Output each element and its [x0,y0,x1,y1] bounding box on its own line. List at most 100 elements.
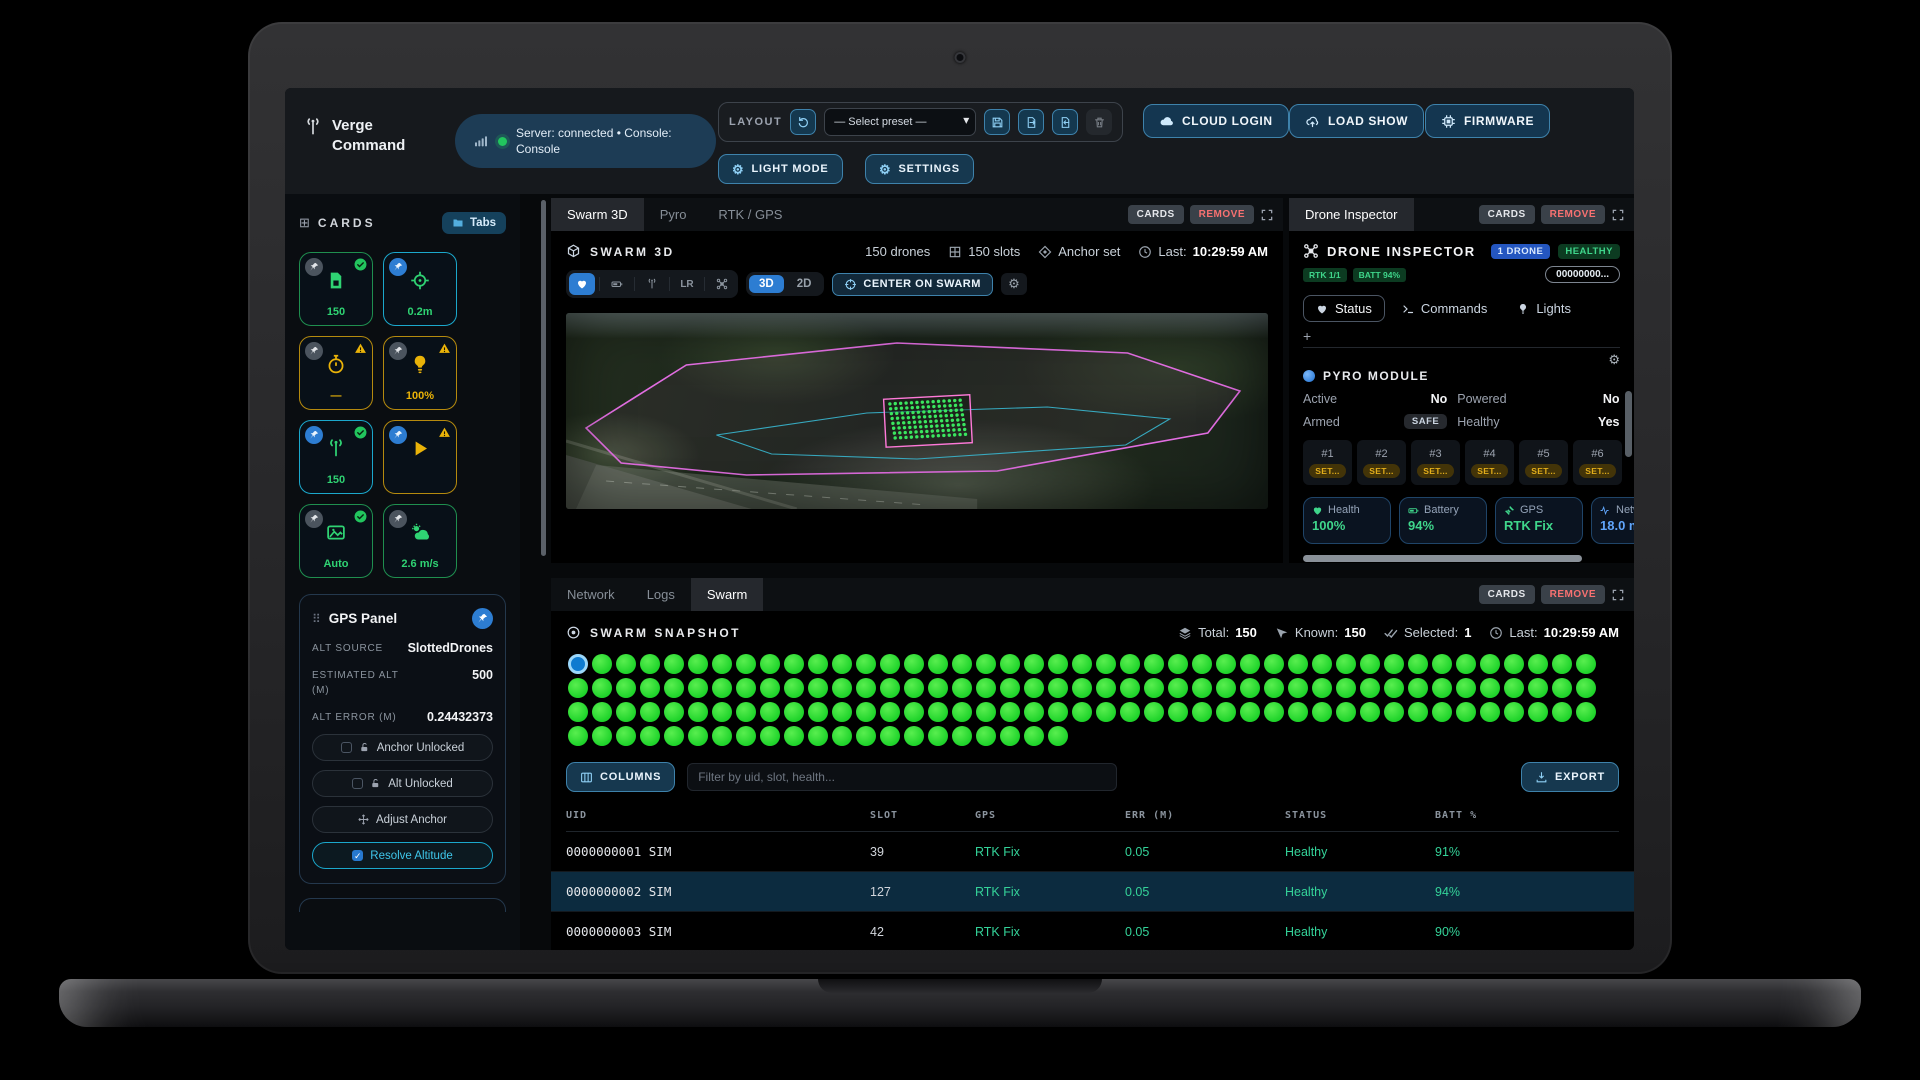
table-row[interactable]: 0000000001 SIM39RTK Fix0.05Healthy91% [551,832,1634,872]
drone-dot[interactable] [1168,702,1188,722]
channel-set-button[interactable]: SET... [1525,464,1561,478]
filter-input[interactable] [687,763,1117,791]
drone-dot[interactable] [1528,654,1548,674]
drone-dot[interactable] [1480,654,1500,674]
drone-dot[interactable] [1048,654,1068,674]
drag-handle-icon[interactable]: ⠿ [312,612,321,626]
expand-icon[interactable] [1611,588,1625,602]
channel-set-button[interactable]: SET... [1309,464,1345,478]
drone-dot[interactable] [760,654,780,674]
drone-dot[interactable] [568,702,588,722]
center-on-swarm-button[interactable]: CENTER ON SWARM [832,273,993,296]
load-show-button[interactable]: LOAD SHOW [1289,104,1424,138]
drone-dot[interactable] [832,702,852,722]
drone-dot[interactable] [1144,678,1164,698]
gps-pin-button[interactable] [472,608,493,629]
horizontal-scrollbar[interactable] [1303,555,1582,562]
drone-dot[interactable] [1384,654,1404,674]
expand-icon[interactable] [1260,208,1274,222]
drone-dot[interactable] [1288,678,1308,698]
remove-button[interactable]: REMOVE [1541,585,1605,604]
drone-dot[interactable] [1072,702,1092,722]
remove-button[interactable]: REMOVE [1541,205,1605,224]
pin-icon[interactable] [305,258,323,276]
drone-dot[interactable] [1408,654,1428,674]
layout-delete-button[interactable] [1086,109,1112,135]
drone-dot[interactable] [640,726,660,746]
layout-export-button[interactable] [1018,109,1044,135]
tab-swarm-3d[interactable]: Swarm 3D [551,198,644,231]
drone-dot[interactable] [616,702,636,722]
drone-dot[interactable] [1000,726,1020,746]
drone-dot[interactable] [1192,678,1212,698]
tab-swarm[interactable]: Swarm [691,578,763,611]
drone-dot[interactable] [808,654,828,674]
drone-dot[interactable] [1336,678,1356,698]
drone-dot[interactable] [712,678,732,698]
drone-dot[interactable] [904,678,924,698]
drone-dot[interactable] [592,702,612,722]
settings-button[interactable]: ⚙ SETTINGS [865,154,974,184]
drone-dot[interactable] [664,702,684,722]
pin-icon[interactable] [305,426,323,444]
tabs-toggle-button[interactable]: Tabs [442,212,506,234]
drone-dot[interactable] [928,654,948,674]
drone-dot[interactable] [640,678,660,698]
drone-dot[interactable] [952,702,972,722]
inspector-tab-status[interactable]: Status [1303,295,1385,322]
drone-dot[interactable] [1072,678,1092,698]
battery-overlay-button[interactable] [604,273,630,295]
drone-dot[interactable] [832,678,852,698]
sidebar-card-2.6 m/s[interactable]: 2.6 m/s [383,504,457,578]
drone-dot[interactable] [784,726,804,746]
drone-dot[interactable] [616,726,636,746]
cards-button[interactable]: CARDS [1479,585,1535,604]
drone-dot[interactable] [880,702,900,722]
map-settings-button[interactable]: ⚙ [1001,273,1027,295]
pin-icon[interactable] [389,342,407,360]
drone-overlay-button[interactable] [709,273,735,295]
drone-dot[interactable] [1552,654,1572,674]
drone-dot[interactable] [1000,678,1020,698]
checkbox[interactable] [352,778,363,789]
drone-dot[interactable] [1576,678,1596,698]
layout-reset-button[interactable] [790,109,816,135]
channel-set-button[interactable]: SET... [1363,464,1399,478]
sidebar-card-150[interactable]: 150 [299,420,373,494]
drone-dot[interactable] [1336,702,1356,722]
pin-icon[interactable] [305,510,323,528]
drone-dot[interactable] [1408,702,1428,722]
drone-dot[interactable] [976,678,996,698]
expand-icon[interactable] [1611,208,1625,222]
channel-set-button[interactable]: SET... [1471,464,1507,478]
drone-dot[interactable] [1480,702,1500,722]
sidebar-card-play[interactable] [383,420,457,494]
mode-2d-button[interactable]: 2D [787,275,822,293]
drone-dot[interactable] [664,654,684,674]
add-tab-button[interactable]: + [1303,328,1319,344]
drone-dot[interactable] [1120,702,1140,722]
drone-dot[interactable] [952,726,972,746]
export-button[interactable]: EXPORT [1521,762,1619,792]
drone-dot[interactable] [592,726,612,746]
drone-dot[interactable] [1120,678,1140,698]
drone-dot[interactable] [856,702,876,722]
drone-dot[interactable] [1240,678,1260,698]
drone-dot[interactable] [1288,702,1308,722]
drone-dot[interactable] [856,726,876,746]
drone-dot[interactable] [1288,654,1308,674]
pin-icon[interactable] [305,342,323,360]
gps-button-alt-unlocked[interactable]: Alt Unlocked [312,770,493,797]
vertical-scrollbar[interactable] [1625,391,1632,457]
drone-dot[interactable] [1096,678,1116,698]
drone-dot[interactable] [640,654,660,674]
drone-dot[interactable] [1168,654,1188,674]
pin-icon[interactable] [389,510,407,528]
drone-dot[interactable] [976,702,996,722]
drone-dot[interactable] [1048,702,1068,722]
drone-dot[interactable] [1528,678,1548,698]
firmware-button[interactable]: FIRMWARE [1425,104,1550,138]
drone-dot[interactable] [1240,654,1260,674]
sidebar-card-150[interactable]: 150 [299,252,373,326]
drone-dot[interactable] [1576,654,1596,674]
